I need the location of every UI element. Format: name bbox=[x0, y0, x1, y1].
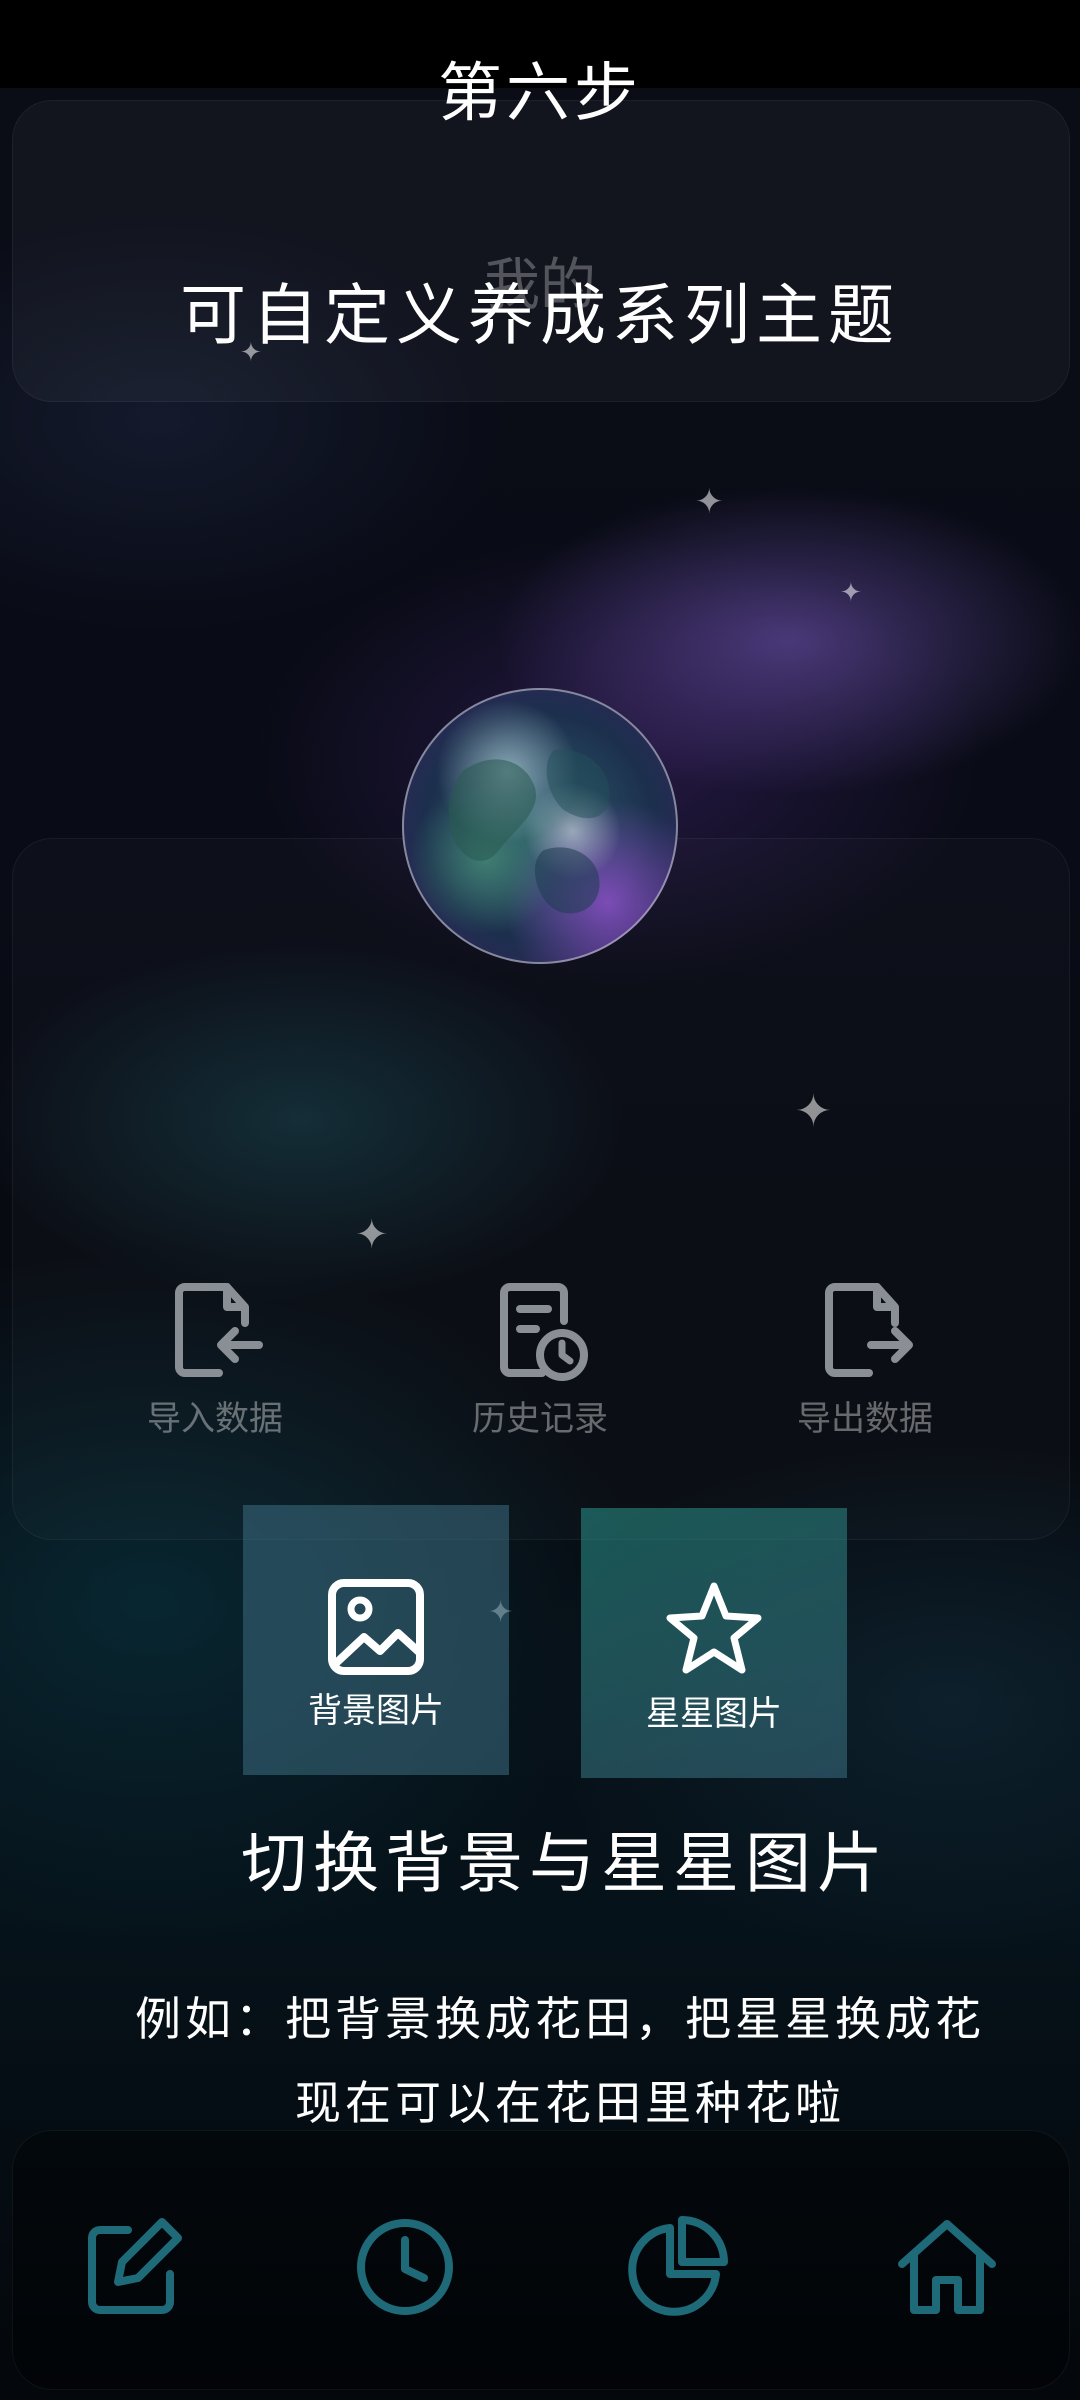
home-icon[interactable] bbox=[892, 2212, 1002, 2322]
star-icon bbox=[666, 1582, 762, 1674]
history-label: 历史记录 bbox=[472, 1399, 608, 1439]
overlay-description-line2: 现在可以在花田里种花啦 bbox=[295, 2076, 845, 2130]
pie-chart-icon[interactable] bbox=[622, 2212, 732, 2322]
export-data-button[interactable]: 导出数据 bbox=[745, 1275, 985, 1440]
sparkle-icon: ✦ bbox=[240, 338, 262, 368]
export-data-label: 导出数据 bbox=[797, 1399, 933, 1439]
overlay-switch-title: 切换背景与星星图片 bbox=[241, 1825, 889, 1902]
import-data-button[interactable]: 导入数据 bbox=[95, 1275, 335, 1440]
earth-avatar[interactable] bbox=[402, 688, 678, 964]
overlay-description-line1: 例如：把背景换成花田，把星星换成花 bbox=[135, 1992, 985, 2046]
background-image-button[interactable]: 背景图片 bbox=[243, 1505, 509, 1775]
history-document-icon bbox=[500, 1283, 588, 1381]
sparkle-icon: ✦ bbox=[795, 1086, 832, 1137]
sparkle-icon: ✦ bbox=[695, 482, 724, 522]
sparkle-icon: ✦ bbox=[840, 578, 862, 608]
overlay-headline: 可自定义养成系列主题 bbox=[180, 277, 900, 354]
image-icon bbox=[328, 1579, 424, 1675]
star-image-label: 星星图片 bbox=[646, 1694, 782, 1734]
export-file-icon bbox=[825, 1283, 913, 1377]
import-file-icon bbox=[175, 1283, 263, 1377]
sparkle-icon: ✦ bbox=[355, 1212, 389, 1258]
history-button[interactable]: 历史记录 bbox=[420, 1275, 660, 1440]
edit-icon[interactable] bbox=[78, 2212, 188, 2322]
clock-icon[interactable] bbox=[350, 2212, 460, 2322]
star-image-button[interactable]: 星星图片 bbox=[581, 1508, 847, 1778]
background-image-label: 背景图片 bbox=[308, 1691, 444, 1731]
import-data-label: 导入数据 bbox=[147, 1399, 283, 1439]
